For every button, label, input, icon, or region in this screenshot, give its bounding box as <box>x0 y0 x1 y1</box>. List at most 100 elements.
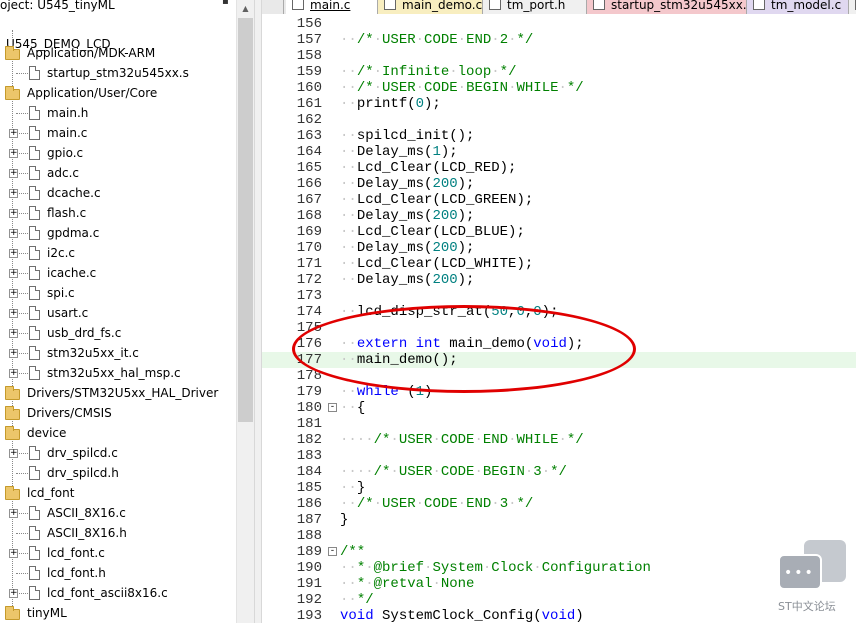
code-line[interactable]: 163 ··spilcd_init(); <box>262 128 856 144</box>
code-line[interactable]: 178 <box>262 368 856 384</box>
code-line[interactable]: 172 ··Delay_ms(200); <box>262 272 856 288</box>
code-line[interactable]: 183 <box>262 448 856 464</box>
tree-folder[interactable]: Application/User/Core <box>0 83 236 103</box>
panel-splitter[interactable] <box>254 0 262 623</box>
tree-folder[interactable]: tinyML <box>0 603 236 623</box>
tab-main-demo-c[interactable]: main_demo.c <box>378 0 483 14</box>
expand-icon[interactable]: + <box>9 229 18 238</box>
code-line[interactable]: 171 ··Lcd_Clear(LCD_WHITE); <box>262 256 856 272</box>
tree-file[interactable]: + i2c.c <box>0 243 236 263</box>
expand-icon[interactable]: + <box>9 269 18 278</box>
code-line[interactable]: 175 <box>262 320 856 336</box>
tree-file[interactable]: drv_spilcd.h <box>0 463 236 483</box>
code-line[interactable]: 192 ··*/ <box>262 592 856 608</box>
tree-folder[interactable]: device <box>0 423 236 443</box>
code-line[interactable]: 173 <box>262 288 856 304</box>
code-line[interactable]: 161 ··printf(0); <box>262 96 856 112</box>
tree-folder[interactable]: Drivers/STM32U5xx_HAL_Driver <box>0 383 236 403</box>
scroll-thumb[interactable] <box>238 18 253 422</box>
tree-file[interactable]: + usart.c <box>0 303 236 323</box>
tab-startup-stm32u545xx-s[interactable]: startup_stm32u545xx.s <box>587 0 753 14</box>
code-line[interactable]: 182 ····/*·USER·CODE·END·WHILE·*/ <box>262 432 856 448</box>
tree-file[interactable]: + stm32u5xx_hal_msp.c <box>0 363 236 383</box>
code-line[interactable]: 191 ··*·@retval·None <box>262 576 856 592</box>
code-line[interactable]: 190 ··*·@brief·System·Clock·Configuration <box>262 560 856 576</box>
code-line[interactable]: 188 <box>262 528 856 544</box>
expand-icon[interactable]: + <box>9 249 18 258</box>
code-line[interactable]: 162 <box>262 112 856 128</box>
pin-icon[interactable]: ▪ <box>222 0 234 7</box>
fold-toggle-icon[interactable]: - <box>328 403 337 412</box>
tree-file[interactable]: + stm32u5xx_it.c <box>0 343 236 363</box>
tree-file[interactable]: + gpdma.c <box>0 223 236 243</box>
tree-file[interactable]: + gpio.c <box>0 143 236 163</box>
code-line[interactable]: 189-/** <box>262 544 856 560</box>
tree-file[interactable]: + flash.c <box>0 203 236 223</box>
tab-tm-port-h[interactable]: tm_port.h <box>483 0 587 14</box>
tree-folder[interactable]: Application/MDK-ARM <box>0 43 236 63</box>
tree-file[interactable]: + usb_drd_fs.c <box>0 323 236 343</box>
tab-tm-model-c[interactable]: tm_model.c <box>747 0 849 14</box>
code-line[interactable]: 170 ··Delay_ms(200); <box>262 240 856 256</box>
tree-file[interactable]: lcd_font.h <box>0 563 236 583</box>
expand-icon[interactable]: + <box>9 169 18 178</box>
code-line[interactable]: 180- ··{ <box>262 400 856 416</box>
tree-file[interactable]: + lcd_font_ascii8x16.c <box>0 583 236 603</box>
expand-icon[interactable]: + <box>9 369 18 378</box>
code-line[interactable]: 156 <box>262 16 856 32</box>
expand-icon[interactable]: + <box>9 589 18 598</box>
code-line[interactable]: 176 ··extern int main_demo(void); <box>262 336 856 352</box>
code-line[interactable]: 167 ··Lcd_Clear(LCD_GREEN); <box>262 192 856 208</box>
code-line[interactable]: 157 ··/*·USER·CODE·END·2·*/ <box>262 32 856 48</box>
code-line[interactable]: 186 ··/*·USER·CODE·END·3·*/ <box>262 496 856 512</box>
code-line[interactable]: 174 ··lcd_disp_str_at(50,0,0); <box>262 304 856 320</box>
code-line[interactable]: 187} <box>262 512 856 528</box>
tree-file[interactable]: main.h <box>0 103 236 123</box>
tree-file[interactable]: + dcache.c <box>0 183 236 203</box>
tree-file[interactable]: + ASCII_8X16.c <box>0 503 236 523</box>
expand-icon[interactable]: + <box>9 129 18 138</box>
expand-icon[interactable]: + <box>9 329 18 338</box>
expand-icon[interactable]: + <box>9 209 18 218</box>
tree-folder[interactable]: lcd_font <box>0 483 236 503</box>
tree-file[interactable]: ASCII_8X16.h <box>0 523 236 543</box>
code-line[interactable]: 159 ··/*·Infinite·loop·*/ <box>262 64 856 80</box>
code-line[interactable]: 165 ··Lcd_Clear(LCD_RED); <box>262 160 856 176</box>
project-scrollbar[interactable]: ▲ <box>236 0 254 623</box>
code-line[interactable]: 181 <box>262 416 856 432</box>
code-line[interactable]: 164 ··Delay_ms(1); <box>262 144 856 160</box>
code-editor[interactable]: 156 157 ··/*·USER·CODE·END·2·*/ 158 159 ··/*·… <box>262 14 856 623</box>
scroll-up-icon[interactable]: ▲ <box>237 0 254 17</box>
tree-file[interactable]: startup_stm32u545xx.s <box>0 63 236 83</box>
tab-overflow-icon[interactable] <box>264 0 284 14</box>
expand-icon[interactable]: + <box>9 189 18 198</box>
tree-file[interactable]: + spi.c <box>0 283 236 303</box>
tree-file[interactable]: + main.c <box>0 123 236 143</box>
tree-file[interactable]: + adc.c <box>0 163 236 183</box>
code-line[interactable]: 160 ··/*·USER·CODE·BEGIN·WHILE·*/ <box>262 80 856 96</box>
tab-t[interactable]: t <box>849 0 856 14</box>
code-line[interactable]: 158 <box>262 48 856 64</box>
expand-icon[interactable]: + <box>9 289 18 298</box>
code-line[interactable]: 169 ··Lcd_Clear(LCD_BLUE); <box>262 224 856 240</box>
tree-file[interactable]: + drv_spilcd.c <box>0 443 236 463</box>
expand-icon[interactable]: + <box>9 309 18 318</box>
tree-folder[interactable]: Drivers/CMSIS <box>0 403 236 423</box>
expand-icon[interactable]: + <box>9 509 18 518</box>
fold-toggle-icon[interactable]: - <box>328 547 337 556</box>
expand-icon[interactable]: + <box>9 449 18 458</box>
code-text: ··while (1) <box>340 384 433 400</box>
code-line[interactable]: 193 void SystemClock_Config(void) <box>262 608 856 623</box>
code-line[interactable]: 166 ··Delay_ms(200); <box>262 176 856 192</box>
expand-icon[interactable]: + <box>9 549 18 558</box>
code-line[interactable]: 184 ····/*·USER·CODE·BEGIN·3·*/ <box>262 464 856 480</box>
code-line[interactable]: 179 ··while (1) <box>262 384 856 400</box>
tree-file[interactable]: + lcd_font.c <box>0 543 236 563</box>
tab-main-c[interactable]: main.c <box>286 0 378 14</box>
code-line[interactable]: 177 ··main_demo(); <box>262 352 856 368</box>
expand-icon[interactable]: + <box>9 149 18 158</box>
code-line[interactable]: 185 ··} <box>262 480 856 496</box>
expand-icon[interactable]: + <box>9 349 18 358</box>
tree-file[interactable]: + icache.c <box>0 263 236 283</box>
code-line[interactable]: 168 ··Delay_ms(200); <box>262 208 856 224</box>
